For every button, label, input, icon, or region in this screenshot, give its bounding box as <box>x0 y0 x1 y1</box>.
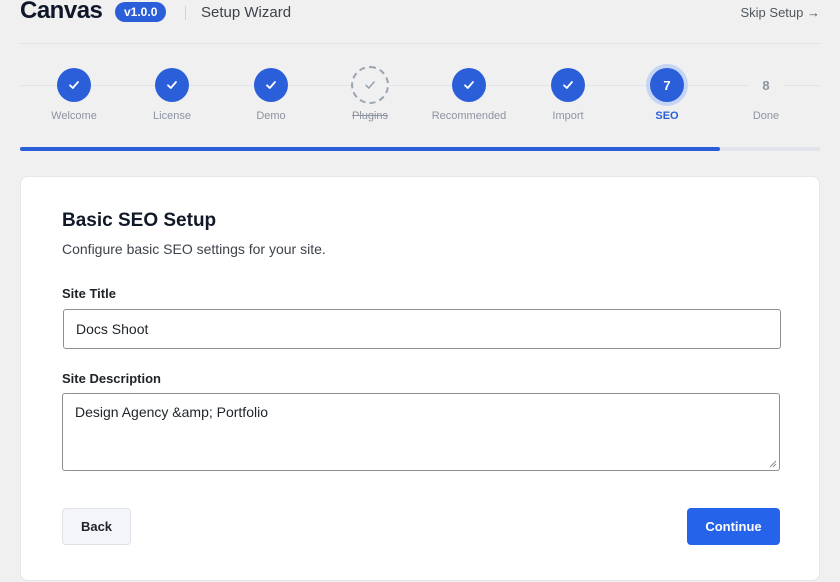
step-check-icon <box>452 68 486 102</box>
step-number: 7 <box>650 68 684 102</box>
card-title: Basic SEO Setup <box>62 210 217 231</box>
step-check-icon <box>351 66 389 104</box>
step-import[interactable]: Import <box>518 68 618 122</box>
step-check-icon <box>254 68 288 102</box>
step-label: License <box>153 110 191 122</box>
back-button[interactable]: Back <box>62 508 131 545</box>
card-description: Configure basic SEO settings for your si… <box>62 241 326 257</box>
continue-button[interactable]: Continue <box>687 508 780 545</box>
resize-handle-icon[interactable] <box>769 460 777 468</box>
step-label: Import <box>552 110 584 122</box>
step-welcome[interactable]: Welcome <box>24 68 124 122</box>
step-label: Plugins <box>351 110 389 122</box>
step-check-icon <box>551 68 585 102</box>
site-description-textarea[interactable]: Design Agency &amp; Portfolio <box>62 393 780 471</box>
site-description-value: Design Agency &amp; Portfolio <box>75 404 268 420</box>
header-divider-line <box>20 43 820 44</box>
header: Canvas v1.0.0 Setup Wizard Skip Setup → <box>0 0 840 44</box>
site-title-label: Site Title <box>62 286 116 301</box>
step-recommended[interactable]: Recommended <box>419 68 519 122</box>
step-seo[interactable]: 7 SEO <box>617 68 717 122</box>
progress-bar-fill <box>20 147 720 151</box>
site-title-input[interactable]: Docs Shoot <box>63 309 781 349</box>
logo: Canvas <box>20 0 103 24</box>
site-description-label: Site Description <box>62 371 161 386</box>
step-label: Done <box>752 110 780 122</box>
step-number: 8 <box>749 68 783 102</box>
step-done[interactable]: 8 Done <box>716 68 816 122</box>
wizard-title: Setup Wizard <box>201 4 292 21</box>
header-divider <box>185 6 186 20</box>
step-check-icon <box>155 68 189 102</box>
step-license[interactable]: License <box>122 68 222 122</box>
step-label: SEO <box>655 110 679 122</box>
skip-setup-link[interactable]: Skip Setup → <box>741 5 821 20</box>
seo-setup-card: Basic SEO Setup Configure basic SEO sett… <box>20 176 820 581</box>
step-label: Demo <box>256 110 286 122</box>
step-label: Recommended <box>431 110 507 122</box>
progress-bar <box>20 147 820 151</box>
step-check-icon <box>57 68 91 102</box>
step-label: Welcome <box>51 110 97 122</box>
wizard-stepper: Welcome License Demo Plugins Recommended… <box>20 60 820 140</box>
step-plugins[interactable]: Plugins <box>320 66 420 122</box>
step-demo[interactable]: Demo <box>221 68 321 122</box>
version-badge: v1.0.0 <box>115 2 167 22</box>
